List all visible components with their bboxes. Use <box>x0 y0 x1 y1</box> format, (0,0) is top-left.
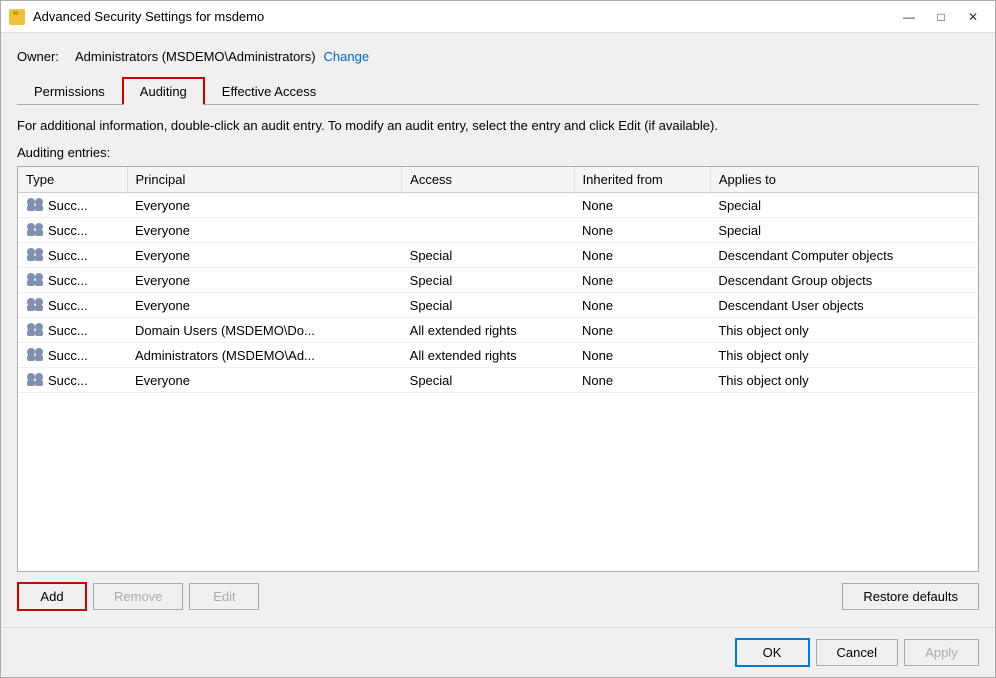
maximize-button[interactable]: □ <box>927 6 955 28</box>
cell-type: Succ... <box>18 343 127 368</box>
cell-inherited: None <box>574 368 710 393</box>
col-type: Type <box>18 167 127 193</box>
cell-access: All extended rights <box>402 343 574 368</box>
info-text: For additional information, double-click… <box>17 117 979 135</box>
edit-button[interactable]: Edit <box>189 583 259 610</box>
cell-applies: This object only <box>710 318 978 343</box>
cell-inherited: None <box>574 218 710 243</box>
cell-access: Special <box>402 368 574 393</box>
cell-principal: Everyone <box>127 243 402 268</box>
col-principal: Principal <box>127 167 402 193</box>
cell-inherited: None <box>574 343 710 368</box>
table-row[interactable]: Succ... EveryoneSpecialNoneDescendant Us… <box>18 293 978 318</box>
cell-applies: This object only <box>710 368 978 393</box>
cell-principal: Everyone <box>127 218 402 243</box>
apply-button[interactable]: Apply <box>904 639 979 666</box>
col-inherited: Inherited from <box>574 167 710 193</box>
window-controls: — □ ✕ <box>895 6 987 28</box>
ok-button[interactable]: OK <box>735 638 810 667</box>
tab-effective-access[interactable]: Effective Access <box>205 77 333 105</box>
cell-type: Succ... <box>18 193 127 218</box>
col-applies: Applies to <box>710 167 978 193</box>
cell-access: All extended rights <box>402 318 574 343</box>
cell-inherited: None <box>574 268 710 293</box>
remove-button[interactable]: Remove <box>93 583 183 610</box>
owner-change-link[interactable]: Change <box>324 49 370 64</box>
table-row[interactable]: Succ... Administrators (MSDEMO\Ad...All … <box>18 343 978 368</box>
cell-principal: Administrators (MSDEMO\Ad... <box>127 343 402 368</box>
footer: OK Cancel Apply <box>1 627 995 677</box>
owner-label: Owner: <box>17 49 67 64</box>
cell-principal: Everyone <box>127 193 402 218</box>
cell-inherited: None <box>574 243 710 268</box>
table-row[interactable]: Succ... Everyone NoneSpecial <box>18 218 978 243</box>
cell-principal: Everyone <box>127 368 402 393</box>
col-access: Access <box>402 167 574 193</box>
cell-inherited: None <box>574 318 710 343</box>
cell-inherited: None <box>574 193 710 218</box>
cell-type: Succ... <box>18 243 127 268</box>
restore-defaults-button[interactable]: Restore defaults <box>842 583 979 610</box>
action-buttons: Add Remove Edit Restore defaults <box>17 582 979 611</box>
close-button[interactable]: ✕ <box>959 6 987 28</box>
table-row[interactable]: Succ... Domain Users (MSDEMO\Do...All ex… <box>18 318 978 343</box>
minimize-button[interactable]: — <box>895 6 923 28</box>
main-content: Owner: Administrators (MSDEMO\Administra… <box>1 33 995 627</box>
cell-type: Succ... <box>18 268 127 293</box>
table-row[interactable]: Succ... EveryoneSpecialNoneDescendant Co… <box>18 243 978 268</box>
cell-type: Succ... <box>18 218 127 243</box>
cancel-button[interactable]: Cancel <box>816 639 898 666</box>
main-window: Advanced Security Settings for msdemo — … <box>0 0 996 678</box>
cell-access: Special <box>402 243 574 268</box>
entries-label: Auditing entries: <box>17 145 979 160</box>
table-row[interactable]: Succ... EveryoneSpecialNoneDescendant Gr… <box>18 268 978 293</box>
cell-applies: Descendant Group objects <box>710 268 978 293</box>
tab-bar: Permissions Auditing Effective Access <box>17 76 979 105</box>
table-header-row: Type Principal Access Inherited from App… <box>18 167 978 193</box>
window-icon <box>9 9 25 25</box>
owner-value: Administrators (MSDEMO\Administrators) <box>75 49 316 64</box>
cell-access <box>402 218 574 243</box>
tab-permissions[interactable]: Permissions <box>17 77 122 105</box>
cell-applies: Special <box>710 218 978 243</box>
cell-access <box>402 193 574 218</box>
cell-access: Special <box>402 293 574 318</box>
cell-applies: Descendant User objects <box>710 293 978 318</box>
cell-applies: Descendant Computer objects <box>710 243 978 268</box>
table-row[interactable]: Succ... Everyone NoneSpecial <box>18 193 978 218</box>
cell-type: Succ... <box>18 318 127 343</box>
cell-inherited: None <box>574 293 710 318</box>
tab-auditing[interactable]: Auditing <box>122 77 205 105</box>
cell-principal: Domain Users (MSDEMO\Do... <box>127 318 402 343</box>
auditing-entries-table: Type Principal Access Inherited from App… <box>17 166 979 572</box>
add-button[interactable]: Add <box>17 582 87 611</box>
cell-access: Special <box>402 268 574 293</box>
cell-type: Succ... <box>18 293 127 318</box>
cell-principal: Everyone <box>127 268 402 293</box>
window-title: Advanced Security Settings for msdemo <box>33 9 895 24</box>
title-bar: Advanced Security Settings for msdemo — … <box>1 1 995 33</box>
table-row[interactable]: Succ... EveryoneSpecialNoneThis object o… <box>18 368 978 393</box>
cell-principal: Everyone <box>127 293 402 318</box>
cell-applies: This object only <box>710 343 978 368</box>
cell-type: Succ... <box>18 368 127 393</box>
cell-applies: Special <box>710 193 978 218</box>
owner-row: Owner: Administrators (MSDEMO\Administra… <box>17 49 979 64</box>
